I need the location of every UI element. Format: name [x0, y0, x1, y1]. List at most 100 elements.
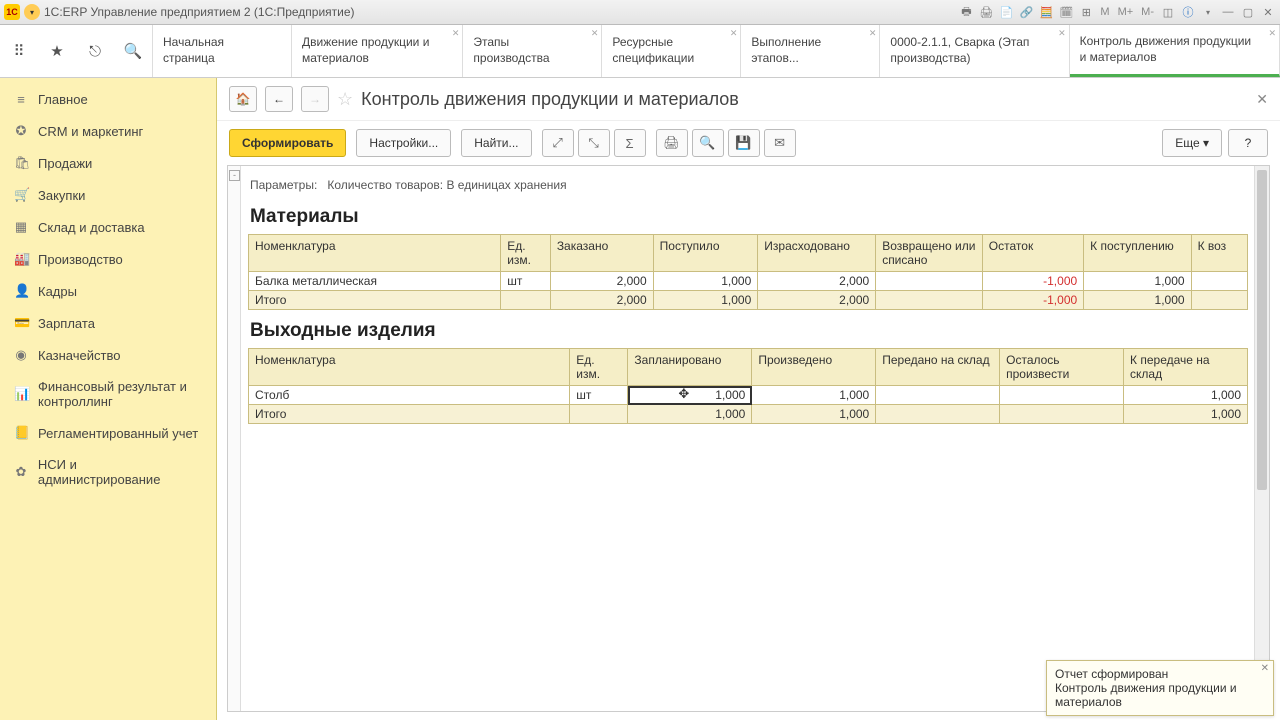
sidebar-item-icon: ◉	[14, 347, 28, 363]
find-button[interactable]: Найти...	[461, 129, 531, 157]
sidebar-item-label: Финансовый результат и контроллинг	[38, 379, 202, 409]
sidebar-item-label: Склад и доставка	[38, 220, 145, 235]
memory-m[interactable]: M	[1098, 6, 1111, 18]
sidebar-item-label: Регламентированный учет	[38, 426, 198, 441]
panel-icon[interactable]: ◫	[1160, 4, 1176, 20]
tab[interactable]: 0000-2.1.1, Сварка (Этап производства)✕	[880, 25, 1069, 77]
tab[interactable]: Этапы производства✕	[463, 25, 602, 77]
vertical-scrollbar[interactable]	[1254, 166, 1269, 711]
calendar-icon[interactable]: 🗓	[1058, 4, 1074, 20]
nav-forward-button[interactable]: →	[301, 86, 329, 112]
print-icon[interactable]: 🖨	[978, 4, 994, 20]
sidebar-item-icon: 🛍	[14, 155, 28, 171]
expand-groups-icon[interactable]: ⤢	[542, 129, 574, 157]
window-maximize[interactable]: ▢	[1240, 4, 1256, 20]
sum-icon[interactable]: Σ	[614, 129, 646, 157]
info-dropdown-icon[interactable]: ▾	[1200, 4, 1216, 20]
sidebar-item-icon: 📊	[14, 386, 28, 402]
col-header: Ед. изм.	[501, 235, 551, 272]
save-icon[interactable]: 💾	[728, 129, 760, 157]
tab-close-icon[interactable]: ✕	[591, 28, 599, 40]
doc-icon[interactable]: 📄	[998, 4, 1014, 20]
app-logo: 1C	[4, 4, 20, 20]
sidebar-item[interactable]: ◉ Казначейство	[0, 339, 216, 371]
col-header: Номенклатура	[249, 349, 570, 386]
collapse-toggle[interactable]: -	[229, 170, 240, 181]
tab[interactable]: Ресурсные спецификации✕	[602, 25, 741, 77]
sidebar-item-label: НСИ и администрирование	[38, 457, 202, 487]
grid-icon[interactable]: ⊞	[1078, 4, 1094, 20]
col-header: Ед. изм.	[570, 349, 628, 386]
table-row[interactable]: Столбшт1,000✥1,0001,000	[249, 386, 1248, 405]
print-preview-icon[interactable]: 🖶	[958, 4, 974, 20]
settings-button[interactable]: Настройки...	[356, 129, 451, 157]
preview-icon[interactable]: 🔍	[692, 129, 724, 157]
tab[interactable]: Выполнение этапов...✕	[741, 25, 880, 77]
star-icon[interactable]: ☆	[337, 89, 353, 110]
sidebar-item-label: Кадры	[38, 284, 77, 299]
link-icon[interactable]: 🔗	[1018, 4, 1034, 20]
sidebar-item[interactable]: ▦ Склад и доставка	[0, 211, 216, 243]
home-button[interactable]: 🏠	[229, 86, 257, 112]
favorite-icon[interactable]: ★	[47, 41, 67, 61]
window-minimize[interactable]: —	[1220, 4, 1236, 20]
main-panel: 🏠 ← → ☆ Контроль движения продукции и ма…	[217, 78, 1280, 720]
page-header: 🏠 ← → ☆ Контроль движения продукции и ма…	[217, 78, 1280, 121]
calc-icon[interactable]: 🧮	[1038, 4, 1054, 20]
materials-table: НоменклатураЕд. изм.ЗаказаноПоступилоИзр…	[248, 234, 1248, 310]
page-close-button[interactable]: ✕	[1256, 91, 1268, 108]
sidebar-item[interactable]: 🏭Производство	[0, 243, 216, 275]
page-title: Контроль движения продукции и материалов	[361, 89, 739, 110]
toast-close-icon[interactable]: ✕	[1261, 663, 1269, 674]
sidebar-item[interactable]: 📊 Финансовый результат и контроллинг	[0, 371, 216, 417]
generate-button[interactable]: Сформировать	[229, 129, 346, 157]
sidebar-item-icon: 🛒	[14, 187, 28, 203]
quick-toolbar: ⠿ ★ ⎋ 🔍	[0, 25, 153, 77]
tab[interactable]: Движение продукции и материалов✕	[292, 25, 463, 77]
memory-m-plus[interactable]: M+	[1116, 6, 1136, 18]
more-button[interactable]: Еще ▾	[1162, 129, 1222, 157]
sidebar-item-icon: ≡	[14, 92, 28, 107]
sidebar-item[interactable]: ✿НСИ и администрирование	[0, 449, 216, 495]
sidebar-item[interactable]: 💳Зарплата	[0, 307, 216, 339]
sidebar: ≡Главное✪CRM и маркетинг🛍Продажи🛒Закупки…	[0, 78, 217, 720]
tab-close-icon[interactable]: ✕	[1268, 28, 1276, 40]
col-header: Передано на склад	[876, 349, 1000, 386]
window-close[interactable]: ✕	[1260, 4, 1276, 20]
search-icon[interactable]: 🔍	[123, 41, 143, 61]
sidebar-item[interactable]: 🛒Закупки	[0, 179, 216, 211]
memory-m-minus[interactable]: M-	[1139, 6, 1156, 18]
sidebar-item-label: Казначейство	[38, 348, 120, 363]
col-header: К поступлению	[1084, 235, 1191, 272]
sidebar-item[interactable]: 🛍Продажи	[0, 147, 216, 179]
history-icon[interactable]: ⎋	[85, 41, 105, 61]
collapse-gutter: -	[228, 166, 241, 711]
app-menu-dropdown[interactable]: ▾	[24, 4, 40, 20]
apps-icon[interactable]: ⠿	[9, 41, 29, 61]
sidebar-item-icon: 🏭	[14, 251, 28, 267]
sidebar-item[interactable]: ✪CRM и маркетинг	[0, 115, 216, 147]
info-icon[interactable]: ⓘ	[1180, 4, 1196, 20]
print-icon[interactable]: 🖨	[656, 129, 688, 157]
table-row[interactable]: Балка металлическаяшт2,0001,0002,000-1,0…	[249, 272, 1248, 291]
tab[interactable]: Контроль движения продукции и материалов…	[1070, 25, 1280, 77]
sidebar-item[interactable]: 📒Регламентированный учет	[0, 417, 216, 449]
scroll-thumb[interactable]	[1257, 170, 1267, 490]
help-button[interactable]: ?	[1228, 129, 1268, 157]
tab-close-icon[interactable]: ✕	[1058, 28, 1066, 40]
sidebar-item-label: Зарплата	[38, 316, 95, 331]
sidebar-item-icon: ▦	[14, 219, 28, 235]
nav-back-button[interactable]: ←	[265, 86, 293, 112]
tab-close-icon[interactable]: ✕	[869, 28, 877, 40]
col-header: Заказано	[550, 235, 653, 272]
tab-close-icon[interactable]: ✕	[730, 28, 738, 40]
collapse-groups-icon[interactable]: ⤡	[578, 129, 610, 157]
tab-close-icon[interactable]: ✕	[452, 28, 460, 40]
sidebar-item[interactable]: ≡Главное	[0, 84, 216, 115]
tabs-container: Начальная страницаДвижение продукции и м…	[153, 25, 1280, 77]
col-header: Израсходовано	[758, 235, 876, 272]
col-header: К воз	[1191, 235, 1247, 272]
sidebar-item[interactable]: 👤Кадры	[0, 275, 216, 307]
tab[interactable]: Начальная страница	[153, 25, 292, 77]
mail-icon[interactable]: ✉	[764, 129, 796, 157]
